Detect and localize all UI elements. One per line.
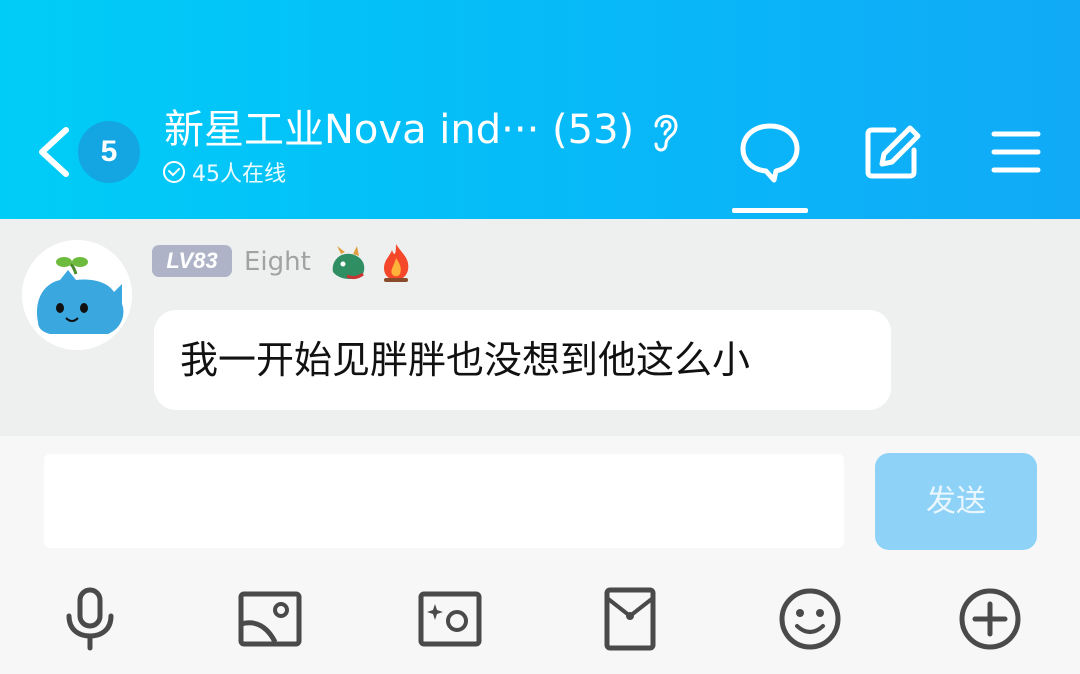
chat-header: 5 新星工业Nova ind··· (53) 45人在线	[0, 0, 1080, 219]
menu-icon[interactable]	[984, 120, 1048, 184]
active-tab-indicator	[732, 208, 808, 213]
fire-icon	[384, 244, 409, 282]
microphone-icon[interactable]	[57, 586, 123, 652]
chat-bubble-icon[interactable]	[738, 120, 802, 184]
plus-icon[interactable]	[957, 586, 1023, 652]
message-text: 我一开始见胖胖也没想到他这么小	[180, 338, 751, 382]
group-title[interactable]: 新星工业Nova ind··· (53)	[164, 104, 644, 156]
red-packet-icon[interactable]	[597, 586, 663, 652]
image-icon[interactable]	[237, 586, 303, 652]
send-button[interactable]: 发送	[875, 453, 1037, 550]
check-circle-icon	[163, 161, 185, 183]
message-input[interactable]	[44, 454, 844, 548]
online-status: 45人在线	[162, 158, 286, 187]
avatar[interactable]	[22, 240, 132, 350]
member-count: (53)	[552, 107, 635, 153]
edit-icon[interactable]	[860, 120, 924, 184]
back-arrow-icon[interactable]	[34, 124, 74, 180]
sender-nickname[interactable]: Eight	[244, 244, 311, 280]
camera-icon[interactable]	[417, 586, 483, 652]
ear-icon	[654, 114, 678, 152]
emoji-icon[interactable]	[777, 586, 843, 652]
online-count: 45人在线	[192, 162, 286, 187]
group-name: 新星工业Nova ind···	[164, 107, 540, 153]
message-bubble[interactable]: 我一开始见胖胖也没想到他这么小	[154, 310, 891, 410]
dragon-icon	[332, 246, 365, 280]
unread-count-badge[interactable]: 5	[78, 121, 140, 183]
level-badge: LV83	[152, 245, 232, 277]
